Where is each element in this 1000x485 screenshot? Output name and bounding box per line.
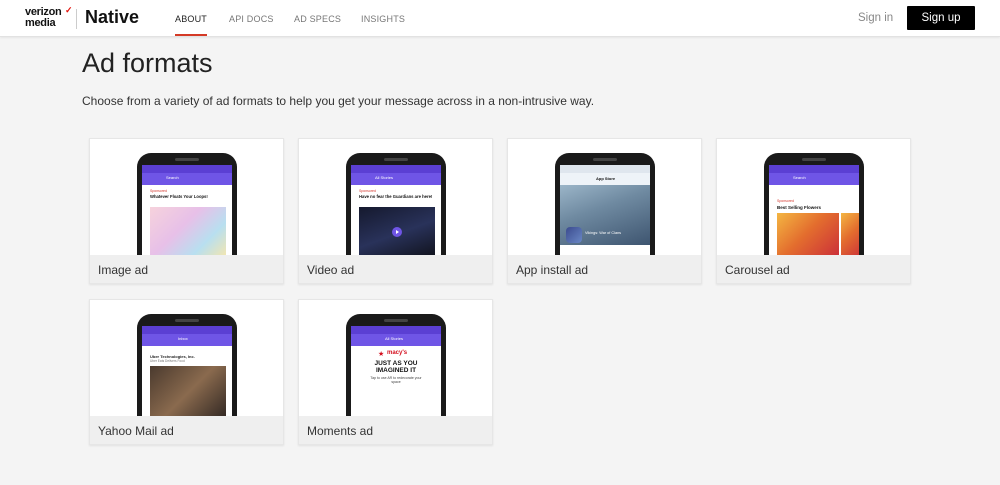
sign-up-button[interactable]: Sign up (907, 6, 975, 30)
ad-format-card-yahoo-mail[interactable]: Inbox Uber Technologies, Inc. Uber Eats … (89, 299, 284, 445)
mail-ad-image (150, 366, 226, 416)
app-bar (769, 173, 859, 185)
nav-item-about[interactable]: ABOUT (175, 14, 207, 24)
logo-line2: media (25, 17, 56, 29)
sponsored-tag: Sponsored (359, 189, 376, 193)
app-bar-title: All Stories (385, 336, 404, 341)
app-bar-title: All Stories (375, 175, 394, 180)
ad-headline: Best Selling Flowers (777, 205, 822, 210)
card-thumbnail: Search Sponsored Best Selling Flowers (717, 139, 910, 255)
phone-screen: Search Sponsored Whatever Floats Your Lo… (142, 165, 232, 255)
page-description: Choose from a variety of ad formats to h… (82, 94, 595, 108)
card-label-bar: Video ad (299, 255, 492, 283)
card-label: Moments ad (307, 424, 374, 438)
status-bar (769, 165, 859, 173)
logo-divider (76, 9, 77, 29)
app-bar-title: Search (793, 175, 806, 180)
top-navigation-bar: verizon ✓ media Native ABOUT API DOCS AD… (0, 0, 1000, 37)
ad-headline: JUST AS YOU IMAGINED IT (374, 360, 418, 374)
status-bar (560, 165, 650, 173)
sponsored-tag: Sponsored (777, 199, 794, 203)
phone-screen: Search Sponsored Best Selling Flowers (769, 165, 859, 255)
ad-subtext: Tap to use AR to redecorate your space (370, 376, 422, 384)
app-bar (142, 173, 232, 185)
ad-video (359, 207, 435, 255)
ad-format-card-app-install[interactable]: App Store Vikings: War of Clans App inst… (507, 138, 702, 284)
nav-item-api-docs[interactable]: API DOCS (229, 14, 274, 24)
app-name: Vikings: War of Clans (585, 231, 622, 235)
phone-speaker (384, 319, 408, 322)
card-label: Image ad (98, 263, 149, 277)
ad-format-card-carousel[interactable]: Search Sponsored Best Selling Flowers Ca… (716, 138, 911, 284)
card-thumbnail: All Stories Sponsored Have no fear the G… (299, 139, 492, 255)
status-bar (351, 326, 441, 334)
card-thumbnail: App Store Vikings: War of Clans (508, 139, 701, 255)
ad-headline: Have no fear the Guardians are here! (359, 194, 433, 199)
page-title: Ad formats (82, 48, 213, 78)
sponsored-tag: Sponsored (150, 189, 167, 193)
card-thumbnail: Search Sponsored Whatever Floats Your Lo… (90, 139, 283, 255)
app-store-title: App Store (596, 176, 616, 181)
card-label: App install ad (516, 263, 589, 277)
card-label: Video ad (307, 263, 355, 277)
card-label: Carousel ad (725, 263, 790, 277)
app-bar-title: Inbox (178, 336, 188, 341)
phone-screen: All Stories ★ macy's JUST AS YOU IMAGINE… (351, 326, 441, 416)
card-label-bar: Carousel ad (717, 255, 910, 283)
app-icon (566, 227, 582, 243)
sign-in-link[interactable]: Sign in (858, 12, 893, 24)
card-label-bar: Moments ad (299, 416, 492, 444)
phone-mockup: Search Sponsored Whatever Floats Your Lo… (137, 153, 237, 255)
ad-image (150, 207, 226, 255)
card-thumbnail: Inbox Uber Technologies, Inc. Uber Eats … (90, 300, 283, 416)
phone-speaker (384, 158, 408, 161)
phone-speaker (175, 319, 199, 322)
card-label-bar: Yahoo Mail ad (90, 416, 283, 444)
logo-check-icon: ✓ (65, 5, 73, 15)
app-bar-title: Search (166, 175, 179, 180)
ad-brand: macy's (387, 350, 408, 356)
ad-headline: Whatever Floats Your Loops! (150, 194, 208, 199)
status-bar (142, 326, 232, 334)
status-bar (142, 165, 232, 173)
brand-name[interactable]: Native (85, 7, 139, 28)
ad-format-card-video[interactable]: All Stories Sponsored Have no fear the G… (298, 138, 493, 284)
phone-mockup: Search Sponsored Best Selling Flowers (764, 153, 864, 255)
nav-item-ad-specs[interactable]: AD SPECS (294, 14, 341, 24)
card-thumbnail: All Stories ★ macy's JUST AS YOU IMAGINE… (299, 300, 492, 416)
card-label-bar: Image ad (90, 255, 283, 283)
ad-format-card-image[interactable]: Search Sponsored Whatever Floats Your Lo… (89, 138, 284, 284)
phone-mockup: All Stories Sponsored Have no fear the G… (346, 153, 446, 255)
play-icon[interactable] (392, 227, 402, 237)
nav-active-underline (175, 34, 207, 36)
app-bar (351, 173, 441, 185)
star-icon: ★ (378, 351, 385, 358)
status-bar (351, 165, 441, 173)
ad-format-card-moments[interactable]: All Stories ★ macy's JUST AS YOU IMAGINE… (298, 299, 493, 445)
card-label-bar: App install ad (508, 255, 701, 283)
carousel-image-1[interactable] (777, 213, 839, 255)
phone-screen: App Store Vikings: War of Clans (560, 165, 650, 255)
phone-speaker (802, 158, 826, 161)
phone-speaker (175, 158, 199, 161)
phone-screen: All Stories Sponsored Have no fear the G… (351, 165, 441, 255)
phone-screen: Inbox Uber Technologies, Inc. Uber Eats … (142, 326, 232, 416)
phone-mockup: App Store Vikings: War of Clans (555, 153, 655, 255)
carousel-image-2[interactable] (841, 213, 859, 255)
verizon-media-logo[interactable]: verizon ✓ media (25, 5, 73, 31)
phone-mockup: All Stories ★ macy's JUST AS YOU IMAGINE… (346, 314, 446, 416)
phone-speaker (593, 158, 617, 161)
nav-item-insights[interactable]: INSIGHTS (361, 14, 405, 24)
card-label: Yahoo Mail ad (98, 424, 174, 438)
mail-subject: Uber Eats Delivers Food (150, 359, 185, 363)
phone-mockup: Inbox Uber Technologies, Inc. Uber Eats … (137, 314, 237, 416)
